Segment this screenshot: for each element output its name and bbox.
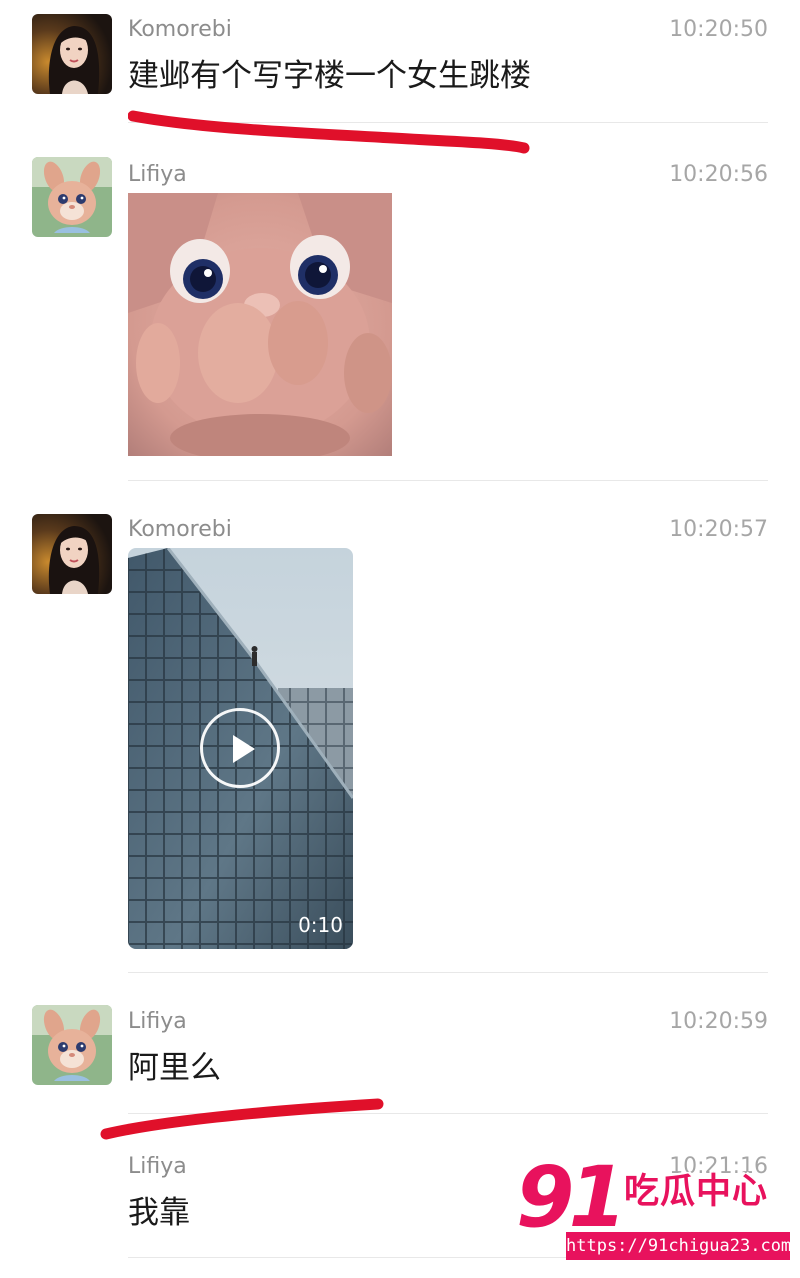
sender-name: Lifiya	[128, 1009, 187, 1034]
sender-name: Komorebi	[128, 17, 232, 42]
message-text: 建邺有个写字楼一个女生跳楼	[128, 58, 531, 94]
site-watermark: 91 吃瓜中心 https://91chigua23.com	[516, 1150, 796, 1270]
image-thumbnail	[128, 193, 392, 456]
timestamp: 10:20:59	[669, 1009, 768, 1034]
divider	[128, 972, 768, 973]
sender-name: Komorebi	[128, 517, 232, 542]
image-message[interactable]	[128, 193, 392, 456]
avatar-lifiya[interactable]	[32, 1005, 112, 1085]
divider	[128, 1113, 768, 1114]
red-underline-annotation	[128, 110, 530, 154]
avatar-komorebi-image	[32, 514, 112, 594]
message-text: 我靠	[128, 1195, 190, 1231]
watermark-number: 91	[516, 1148, 627, 1246]
sender-name: Lifiya	[128, 1154, 187, 1179]
timestamp: 10:20:56	[669, 162, 768, 187]
divider	[128, 122, 768, 123]
video-duration: 0:10	[298, 913, 343, 937]
divider	[128, 480, 768, 481]
timestamp: 10:20:50	[669, 17, 768, 42]
play-button[interactable]	[200, 708, 280, 788]
watermark-brand: 吃瓜中心	[624, 1172, 769, 1212]
play-icon	[233, 735, 255, 763]
avatar-komorebi-image	[32, 14, 112, 94]
red-underline-annotation	[100, 1098, 384, 1140]
avatar-lifiya[interactable]	[32, 157, 112, 237]
chat-history: Komorebi 10:20:50 建邺有个写字楼一个女生跳楼 Lifiya 1…	[0, 0, 800, 1278]
timestamp: 10:20:57	[669, 517, 768, 542]
message-text: 阿里么	[128, 1050, 221, 1086]
avatar-komorebi[interactable]	[32, 14, 112, 94]
avatar-lifiya-image	[32, 1005, 112, 1085]
video-message[interactable]: 0:10	[128, 548, 353, 949]
watermark-url: https://91chigua23.com	[566, 1232, 791, 1260]
avatar-lifiya-image	[32, 157, 112, 237]
avatar-komorebi[interactable]	[32, 514, 112, 594]
sender-name: Lifiya	[128, 162, 187, 187]
